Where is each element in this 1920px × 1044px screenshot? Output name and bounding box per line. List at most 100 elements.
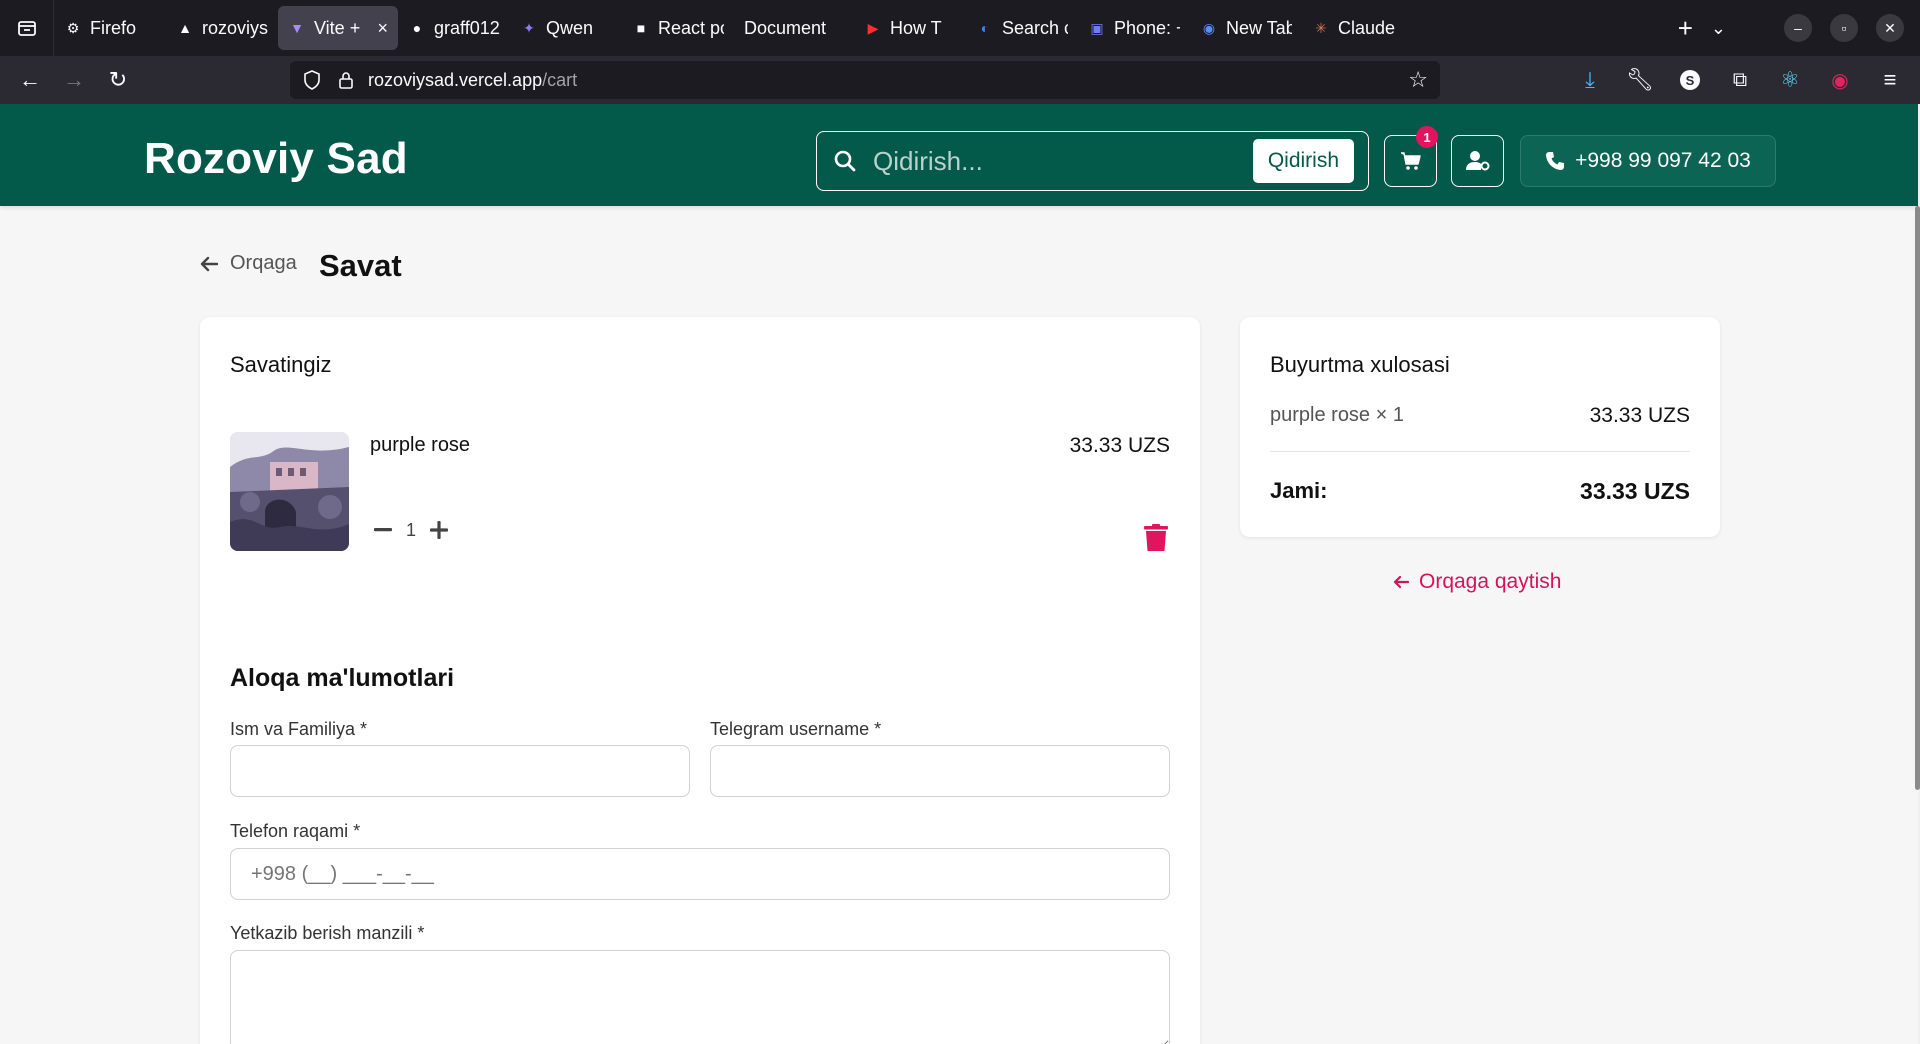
forward-arrow-icon[interactable]: →: [52, 58, 96, 102]
browser-tab[interactable]: ▲ rozoviysa: [166, 6, 278, 50]
tab-title: Phone: +: [1114, 17, 1180, 38]
back-arrow-icon[interactable]: ←: [8, 58, 52, 102]
phone-app-icon: ▣: [1090, 19, 1104, 36]
name-label: Ism va Familiya *: [230, 719, 368, 739]
arrow-left-icon: [200, 256, 218, 271]
cart-card: Savatingiz purple rose 33.33 UZS 1 Aloqa…: [200, 317, 1200, 1044]
browser-tab[interactable]: ● graff012/: [398, 6, 510, 50]
contact-form-title: Aloqa ma'lumotlari: [230, 664, 455, 692]
url-bar[interactable]: rozoviysad.vercel.app/cart ☆: [290, 61, 1440, 99]
product-price: 33.33 UZS: [1069, 434, 1170, 457]
search-input[interactable]: [873, 145, 1253, 177]
summary-item-name: purple rose × 1: [1270, 404, 1404, 426]
browser-tab-bar: ⚙ Firefo ▲ rozoviysa ▼ Vite + R × ● graff012/ ✦ Qw…: [0, 0, 1920, 56]
downloads-icon[interactable]: ⤓: [1568, 58, 1612, 102]
tab-title: Vite + R: [314, 17, 365, 38]
github-icon: ●: [412, 20, 422, 36]
browser-tab[interactable]: ▶ How T: [854, 6, 966, 50]
summary-divider: [1270, 451, 1690, 452]
scrollbar-thumb[interactable]: [1915, 206, 1920, 790]
menu-hamburger-icon[interactable]: ≡: [1868, 58, 1912, 102]
browser-tab[interactable]: ◉ New Tab: [1190, 6, 1302, 50]
plus-icon: [430, 521, 449, 539]
close-tab-icon[interactable]: ×: [377, 18, 388, 39]
search-icon: [817, 149, 873, 173]
url-path: /cart: [542, 69, 578, 90]
close-window-button[interactable]: ✕: [1876, 14, 1904, 42]
cart-button[interactable]: 1: [1384, 126, 1438, 187]
qwen-icon: ✦: [523, 19, 535, 36]
tab-list-icon: [17, 21, 36, 36]
user-settings-icon: [1465, 151, 1489, 171]
name-field[interactable]: [230, 745, 690, 797]
url-host: rozoviysad.vercel.app: [368, 69, 543, 90]
browser-tab[interactable]: ✦ Qwen: [510, 6, 622, 50]
summary-total-row: Jami: 33.33 UZS: [1270, 478, 1690, 505]
product-name[interactable]: purple rose: [370, 434, 470, 457]
youtube-icon: ▶: [867, 19, 879, 36]
cart-count-badge: 1: [1416, 126, 1438, 148]
browser-tab[interactable]: ■ React por: [622, 6, 734, 50]
return-link[interactable]: Orqaga qaytish: [1393, 570, 1561, 594]
tab-title: Firefo: [90, 17, 137, 38]
wrench-icon[interactable]: 🔧︎: [1618, 58, 1662, 102]
browser-tab[interactable]: ▼ Vite + R ×: [278, 6, 398, 50]
new-tab-button[interactable]: +: [1678, 13, 1693, 44]
vite-icon: ▼: [290, 20, 304, 36]
tab-title: React por: [658, 17, 724, 38]
summary-item-price: 33.33 UZS: [1589, 404, 1690, 427]
account-button[interactable]: [1451, 135, 1504, 187]
quantity-stepper: 1: [372, 519, 450, 541]
page-title: Savat: [319, 248, 402, 283]
restore-button[interactable]: ▫: [1830, 14, 1858, 42]
firefox-icon: ◉: [1202, 19, 1216, 36]
order-summary-card: Buyurtma xulosasi purple rose × 1 33.33 …: [1240, 317, 1720, 537]
return-link-label: Orqaga qaytish: [1419, 570, 1562, 593]
cart-icon: [1400, 152, 1421, 170]
extensions-puzzle-icon[interactable]: ⧉: [1718, 58, 1762, 102]
site-logo[interactable]: Rozoviy Sad: [144, 134, 408, 184]
search-button[interactable]: Qidirish: [1252, 139, 1354, 183]
vercel-icon: ▲: [178, 20, 192, 36]
copilot-icon: ◐: [980, 20, 990, 36]
phone-number: +998 99 097 42 03: [1575, 149, 1751, 172]
increase-qty-button[interactable]: [428, 519, 450, 541]
product-image[interactable]: [230, 432, 349, 551]
browser-tab[interactable]: ◐ Search cv: [966, 6, 1078, 50]
tab-title: Claude: [1338, 17, 1396, 38]
address-label: Yetkazib berish manzili *: [230, 923, 425, 943]
decrease-qty-button[interactable]: [372, 519, 394, 541]
phone-button[interactable]: +998 99 097 42 03: [1520, 135, 1776, 187]
minimize-button[interactable]: –: [1784, 14, 1812, 42]
remove-item-button[interactable]: [1144, 524, 1170, 554]
react-devtools-icon[interactable]: ⚛: [1768, 58, 1812, 102]
browser-tab[interactable]: Document: [734, 6, 854, 50]
address-field[interactable]: [230, 950, 1170, 1044]
telegram-field[interactable]: [710, 745, 1170, 797]
lock-icon[interactable]: [336, 71, 356, 89]
quantity-value: 1: [406, 519, 417, 540]
phone-field[interactable]: [230, 848, 1170, 900]
shield-icon[interactable]: [300, 70, 324, 90]
bookmark-star-icon[interactable]: ☆: [1408, 67, 1428, 93]
browser-nav-bar: ← → ↻ rozoviysad.vercel.app/cart ☆ ⤓ 🔧︎ …: [0, 56, 1920, 104]
arrow-left-icon: [1393, 575, 1409, 589]
trash-icon: [1144, 524, 1168, 551]
window-controls: + ⌄ – ▫ ✕: [1678, 13, 1920, 44]
claude-icon: ✳: [1315, 19, 1327, 36]
tab-overflow-chevron-icon[interactable]: ⌄: [1711, 18, 1726, 39]
tab-list-button[interactable]: [0, 0, 54, 56]
summary-title: Buyurtma xulosasi: [1270, 352, 1450, 377]
tab-title: Search cv: [1002, 17, 1068, 38]
browser-tab[interactable]: ✳ Claude: [1302, 6, 1414, 50]
reload-icon[interactable]: ↻: [96, 58, 140, 102]
summary-item-row: purple rose × 1 33.33 UZS: [1270, 404, 1690, 428]
browser-tab[interactable]: ⚙ Firefo: [54, 6, 166, 50]
tab-title: How T: [890, 17, 942, 38]
back-link[interactable]: Orqaga: [200, 252, 297, 275]
tab-title: Qwen: [546, 17, 594, 38]
browser-tab[interactable]: ▣ Phone: +: [1078, 6, 1190, 50]
openai-icon: ⚙: [66, 19, 80, 36]
record-extension-icon[interactable]: ◉: [1818, 58, 1862, 102]
extension-s-icon[interactable]: S: [1668, 58, 1712, 102]
